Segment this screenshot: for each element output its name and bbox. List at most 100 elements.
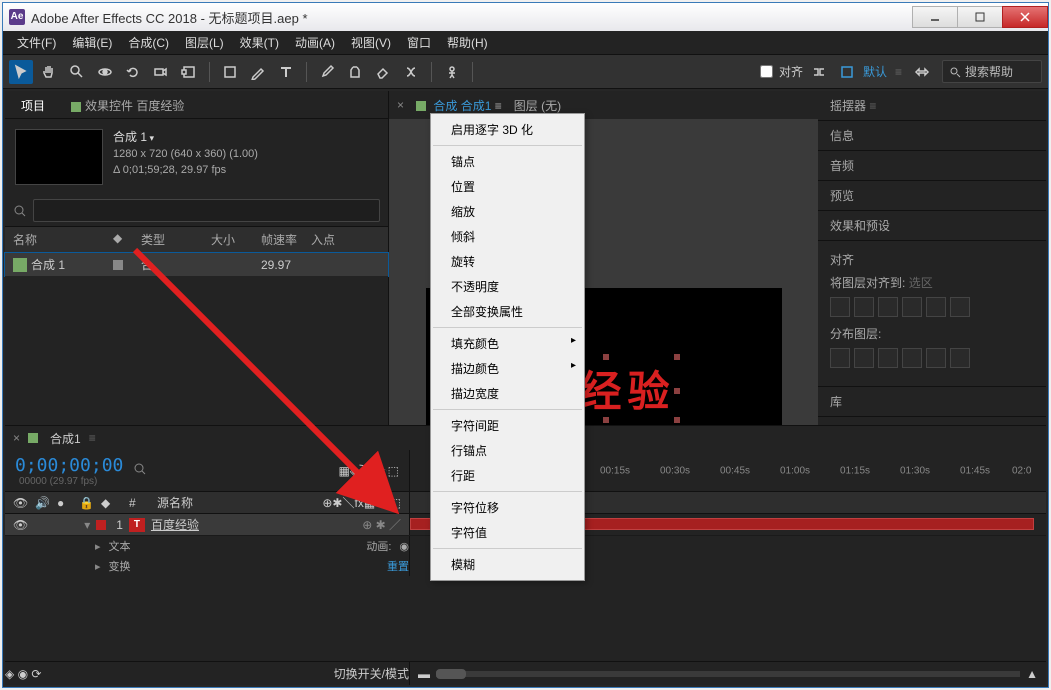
col-tag-icon[interactable]: ◆ bbox=[113, 231, 141, 248]
moblur-icon[interactable]: ◐ bbox=[380, 464, 387, 478]
ctx-tracking[interactable]: 字符间距 bbox=[431, 413, 584, 438]
ctx-stroke-width[interactable]: 描边宽度 bbox=[431, 381, 584, 406]
ctx-line-anchor[interactable]: 行锚点 bbox=[431, 438, 584, 463]
maximize-button[interactable] bbox=[957, 6, 1003, 28]
menu-layer[interactable]: 图层(L) bbox=[177, 31, 232, 55]
project-search-input[interactable] bbox=[33, 199, 380, 222]
ctx-scale[interactable]: 缩放 bbox=[431, 199, 584, 224]
eye-toggle[interactable]: 👁 bbox=[13, 518, 28, 532]
panel-info[interactable]: 信息 bbox=[818, 121, 1046, 151]
brush-tool[interactable] bbox=[315, 60, 339, 84]
comp-viewer-tab[interactable]: 合成 合成1 ≡ bbox=[416, 97, 502, 114]
roto-tool[interactable] bbox=[399, 60, 423, 84]
zoom-slider[interactable] bbox=[436, 669, 466, 679]
rect-tool[interactable] bbox=[218, 60, 242, 84]
menu-comp[interactable]: 合成(C) bbox=[120, 31, 177, 55]
kf-nav-icon[interactable]: ◈ ◉ ⟳ bbox=[5, 667, 41, 681]
rotation-tool[interactable] bbox=[121, 60, 145, 84]
menu-view[interactable]: 视图(V) bbox=[343, 31, 399, 55]
eraser-tool[interactable] bbox=[371, 60, 395, 84]
ctx-blur[interactable]: 模糊 bbox=[431, 552, 584, 577]
align-bottom-icon[interactable] bbox=[950, 297, 970, 317]
ctx-stroke-color[interactable]: 描边颜色 bbox=[431, 356, 584, 381]
current-timecode[interactable]: 0;00;00;00 bbox=[15, 455, 123, 476]
effect-controls-tab[interactable]: 效果控件 百度经验 bbox=[63, 93, 192, 118]
panel-preview[interactable]: 预览 bbox=[818, 181, 1046, 211]
animate-menu[interactable]: 动画: bbox=[366, 538, 391, 554]
dist-3[interactable] bbox=[878, 348, 898, 368]
zoom-out-icon[interactable]: ▬ bbox=[418, 667, 430, 681]
selection-tool[interactable] bbox=[9, 60, 33, 84]
dist-5[interactable] bbox=[926, 348, 946, 368]
zoom-tool[interactable] bbox=[65, 60, 89, 84]
clone-tool[interactable] bbox=[343, 60, 367, 84]
graph-icon[interactable]: ◈ bbox=[350, 464, 359, 478]
layer-row-1[interactable]: 👁 ▾ 1 T 百度经验 ⊕ ✱ ／ bbox=[5, 514, 410, 535]
align-vcenter-icon[interactable] bbox=[926, 297, 946, 317]
anchor-tool[interactable] bbox=[177, 60, 201, 84]
ctx-char-offset[interactable]: 字符位移 bbox=[431, 495, 584, 520]
menu-animation[interactable]: 动画(A) bbox=[287, 31, 343, 55]
panel-audio[interactable]: 音频 bbox=[818, 151, 1046, 181]
ctx-line-spacing[interactable]: 行距 bbox=[431, 463, 584, 488]
snap2-icon[interactable] bbox=[807, 60, 831, 84]
align-top-icon[interactable] bbox=[902, 297, 922, 317]
workspace-reset-icon[interactable] bbox=[910, 60, 934, 84]
hand-tool[interactable] bbox=[37, 60, 61, 84]
ctx-enable-3d[interactable]: 启用逐字 3D 化 bbox=[431, 117, 584, 142]
minimize-button[interactable] bbox=[912, 6, 958, 28]
ctx-all-transform[interactable]: 全部变换属性 bbox=[431, 299, 584, 324]
ctx-position[interactable]: 位置 bbox=[431, 174, 584, 199]
orbit-tool[interactable] bbox=[93, 60, 117, 84]
ctx-skew[interactable]: 倾斜 bbox=[431, 224, 584, 249]
ctx-fill-color[interactable]: 填充颜色 bbox=[431, 331, 584, 356]
help-search[interactable]: 搜索帮助 bbox=[942, 60, 1042, 83]
col-inpoint[interactable]: 入点 bbox=[311, 231, 335, 248]
shy-icon[interactable]: ⤵ bbox=[359, 462, 371, 479]
col-type[interactable]: 类型 bbox=[141, 231, 211, 248]
dist-1[interactable] bbox=[830, 348, 850, 368]
3d-icon[interactable]: ⬚ bbox=[388, 464, 399, 478]
menu-edit[interactable]: 编辑(E) bbox=[64, 31, 120, 55]
layer-prop-text[interactable]: ▸文本 动画:◉ bbox=[5, 536, 410, 556]
snap3-icon[interactable] bbox=[835, 60, 859, 84]
dist-2[interactable] bbox=[854, 348, 874, 368]
snap-checkbox[interactable] bbox=[760, 65, 773, 78]
comp-name[interactable]: 合成 1 bbox=[113, 129, 258, 146]
align-hcenter-icon[interactable] bbox=[854, 297, 874, 317]
menu-file[interactable]: 文件(F) bbox=[9, 31, 64, 55]
panel-align[interactable]: 对齐 bbox=[830, 251, 1034, 268]
pen-tool[interactable] bbox=[246, 60, 270, 84]
project-tab[interactable]: 项目 bbox=[13, 93, 53, 118]
text-tool[interactable] bbox=[274, 60, 298, 84]
col-fps[interactable]: 帧速率 bbox=[261, 231, 311, 248]
panel-effects-presets[interactable]: 效果和预设 bbox=[818, 211, 1046, 241]
menu-window[interactable]: 窗口 bbox=[399, 31, 439, 55]
reset-link[interactable]: 重置 bbox=[387, 558, 409, 574]
col-size[interactable]: 大小 bbox=[211, 231, 261, 248]
comp-mini-icon[interactable]: ▦ bbox=[338, 464, 349, 478]
layer-prop-transform[interactable]: ▸变换 重置 bbox=[5, 556, 410, 576]
search-icon[interactable] bbox=[133, 462, 147, 476]
align-to-select[interactable]: 选区 bbox=[909, 276, 933, 290]
timeline-tab[interactable]: 合成1 bbox=[50, 430, 81, 447]
ctx-opacity[interactable]: 不透明度 bbox=[431, 274, 584, 299]
layer-name[interactable]: 百度经验 bbox=[151, 516, 199, 533]
panel-wiggler[interactable]: 摇摆器 bbox=[818, 91, 1046, 121]
panel-libraries[interactable]: 库 bbox=[818, 387, 1046, 417]
align-right-icon[interactable] bbox=[878, 297, 898, 317]
fx-icon[interactable]: fx bbox=[371, 464, 380, 478]
dist-6[interactable] bbox=[950, 348, 970, 368]
zoom-in-icon[interactable]: ▲ bbox=[1026, 667, 1038, 681]
close-button[interactable] bbox=[1002, 6, 1048, 28]
menu-help[interactable]: 帮助(H) bbox=[439, 31, 496, 55]
menu-effect[interactable]: 效果(T) bbox=[232, 31, 287, 55]
camera-tool[interactable] bbox=[149, 60, 173, 84]
src-name-col[interactable]: 源名称 bbox=[157, 494, 193, 511]
ctx-char-value[interactable]: 字符值 bbox=[431, 520, 584, 545]
project-item-comp1[interactable]: 合成 1 合 29.97 bbox=[5, 253, 388, 276]
toggle-switches[interactable]: 切换开关/模式 bbox=[334, 665, 409, 682]
ctx-anchor[interactable]: 锚点 bbox=[431, 149, 584, 174]
workspace-label[interactable]: 默认 bbox=[863, 63, 887, 80]
puppet-tool[interactable] bbox=[440, 60, 464, 84]
